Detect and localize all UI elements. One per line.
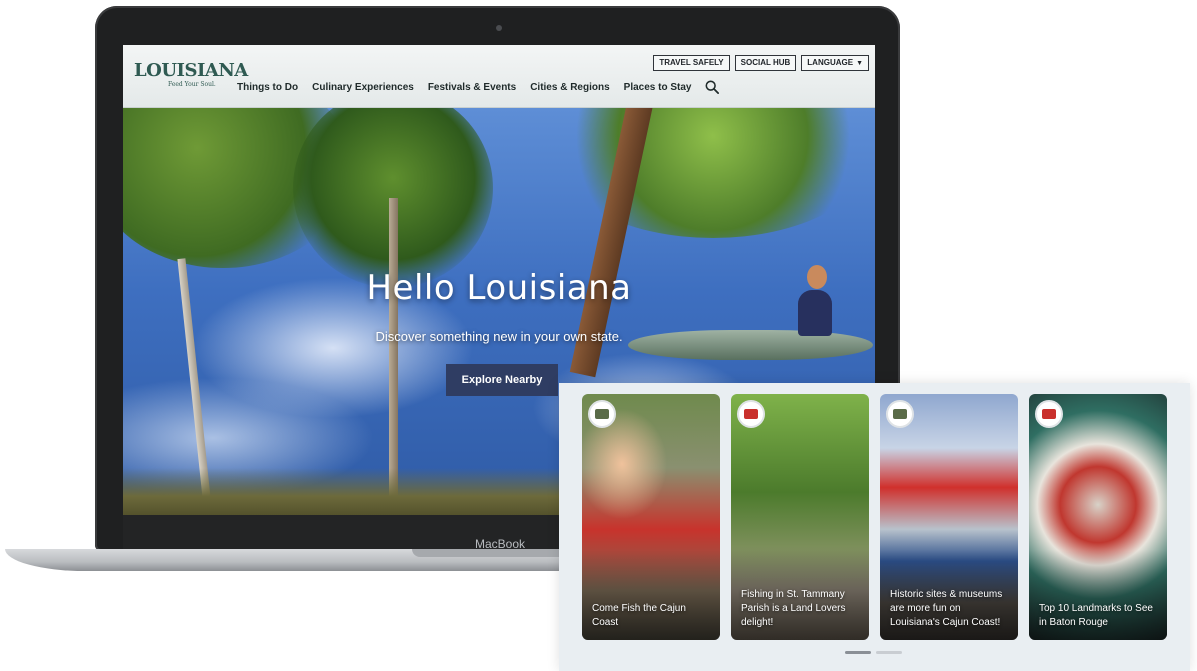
story-avatar <box>737 400 765 428</box>
story-caption: Fishing in St. Tammany Parish is a Land … <box>741 589 846 628</box>
badge-logo-icon <box>744 409 758 419</box>
site-header: LOUISIANA Feed Your Soul. TRAVEL SAFELY … <box>123 45 875 108</box>
hero-subtitle: Discover something new in your own state… <box>375 329 623 344</box>
story-caption: Historic sites & museums are more fun on… <box>890 589 1003 628</box>
chevron-down-icon: ▼ <box>856 60 863 67</box>
nav-places-to-stay[interactable]: Places to Stay <box>624 82 692 93</box>
pager-dot[interactable] <box>876 651 902 654</box>
badge-logo-icon <box>595 409 609 419</box>
stories-carousel: Come Fish the Cajun Coast Fishing in St.… <box>559 383 1190 671</box>
nav-festivals-events[interactable]: Festivals & Events <box>428 82 516 93</box>
story-avatar <box>1035 400 1063 428</box>
logo-wordmark: LOUISIANA <box>134 60 248 81</box>
social-hub-button[interactable]: SOCIAL HUB <box>734 55 797 71</box>
language-label: LANGUAGE <box>807 58 854 67</box>
nav-things-to-do[interactable]: Things to Do <box>237 82 298 93</box>
story-card[interactable]: Fishing in St. Tammany Parish is a Land … <box>731 394 869 640</box>
language-dropdown[interactable]: LANGUAGE ▼ <box>801 55 869 71</box>
utility-nav: TRAVEL SAFELY SOCIAL HUB LANGUAGE ▼ <box>653 55 869 71</box>
webcam-icon <box>496 25 502 31</box>
pager-dot[interactable] <box>845 651 871 654</box>
site-logo[interactable]: LOUISIANA Feed Your Soul. <box>134 60 248 97</box>
travel-safely-label: TRAVEL SAFELY <box>659 58 724 67</box>
story-avatar <box>588 400 616 428</box>
story-card[interactable]: Top 10 Landmarks to See in Baton Rouge <box>1029 394 1167 640</box>
explore-nearby-button[interactable]: Explore Nearby <box>446 364 558 396</box>
story-caption: Top 10 Landmarks to See in Baton Rouge <box>1039 603 1153 628</box>
story-card[interactable]: Historic sites & museums are more fun on… <box>880 394 1018 640</box>
hero-title: Hello Louisiana <box>366 268 632 308</box>
story-caption: Come Fish the Cajun Coast <box>592 603 686 628</box>
badge-logo-icon <box>1042 409 1056 419</box>
story-card[interactable]: Come Fish the Cajun Coast <box>582 394 720 640</box>
travel-safely-button[interactable]: TRAVEL SAFELY <box>653 55 730 71</box>
social-hub-label: SOCIAL HUB <box>740 58 791 67</box>
carousel-pager <box>845 651 902 654</box>
logo-tagline: Feed Your Soul. <box>168 81 216 88</box>
nav-cities-regions[interactable]: Cities & Regions <box>530 82 609 93</box>
badge-logo-icon <box>893 409 907 419</box>
nav-culinary-experiences[interactable]: Culinary Experiences <box>312 82 414 93</box>
main-nav: Things to Do Culinary Experiences Festiv… <box>237 80 720 94</box>
search-icon[interactable] <box>705 80 720 94</box>
hero-foliage <box>553 108 873 238</box>
story-avatar <box>886 400 914 428</box>
